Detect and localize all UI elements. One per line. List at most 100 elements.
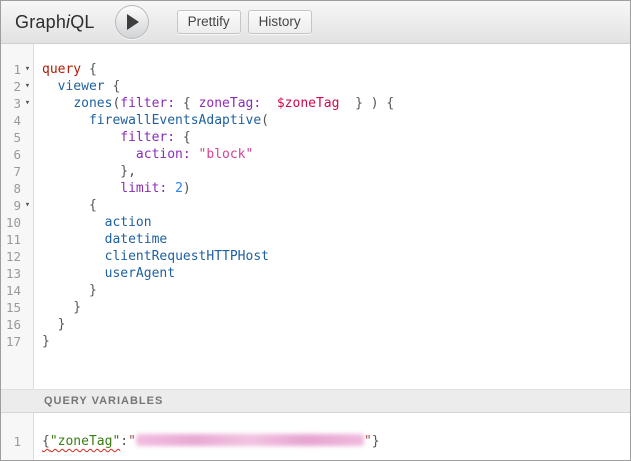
code-token: } ) {	[339, 96, 394, 111]
fold-spacer	[21, 112, 34, 129]
fold-spacer	[21, 299, 34, 316]
code-token: firewallEventsAdaptive	[89, 113, 261, 128]
code-line: 2▾ viewer {	[1, 78, 630, 95]
code-line: 13 userAgent	[1, 265, 630, 282]
line-number: 2	[1, 78, 21, 95]
code-text: clientRequestHTTPHost	[34, 248, 269, 265]
fold-arrow-icon[interactable]: ▾	[21, 95, 34, 112]
code-token: )	[183, 181, 191, 196]
code-token	[42, 249, 105, 264]
code-token	[42, 147, 136, 162]
fold-spacer	[21, 163, 34, 180]
code-token	[191, 147, 199, 162]
code-text: filter: {	[34, 129, 191, 146]
code-token: },	[42, 164, 136, 179]
code-token: $zoneTag	[277, 96, 340, 111]
gutter-cell: 6	[1, 146, 34, 163]
line-number: 1	[1, 433, 21, 450]
code-line: 1{"zoneTag":""}	[1, 433, 630, 450]
code-text: viewer {	[34, 78, 120, 95]
redacted-zone-tag-value	[136, 434, 364, 446]
gutter-cell: 12	[1, 248, 34, 265]
code-line: 16 }	[1, 316, 630, 333]
line-number: 9	[1, 197, 21, 214]
app-title-prefix: Graph	[15, 12, 66, 32]
gutter-cell: 1	[1, 433, 34, 450]
code-token: {	[42, 198, 97, 213]
gutter-cell: 16	[1, 316, 34, 333]
fold-arrow-icon[interactable]: ▾	[21, 197, 34, 214]
fold-spacer	[21, 146, 34, 163]
gutter-cell: 2▾	[1, 78, 34, 95]
code-token	[42, 215, 105, 230]
code-token: userAgent	[105, 266, 175, 281]
code-token	[42, 266, 105, 281]
code-line: 6 action: "block"	[1, 146, 630, 163]
line-number: 17	[1, 333, 21, 350]
code-line: 17}	[1, 333, 630, 350]
variables-pane-title: Query Variables	[44, 395, 163, 407]
fold-arrow-icon[interactable]: ▾	[21, 78, 34, 95]
code-token	[42, 79, 58, 94]
code-token	[42, 96, 73, 111]
history-button[interactable]: History	[248, 10, 312, 34]
app-title: GraphiQL	[15, 12, 95, 33]
code-text: action	[34, 214, 152, 231]
gutter-cell: 10	[1, 214, 34, 231]
line-number: 1	[1, 61, 21, 78]
prettify-button[interactable]: Prettify	[177, 10, 241, 34]
gutter-cell: 3▾	[1, 95, 34, 112]
fold-spacer	[21, 180, 34, 197]
code-token: "zoneTag"	[50, 434, 120, 449]
line-number: 14	[1, 282, 21, 299]
line-number: 4	[1, 112, 21, 129]
code-token: "	[128, 434, 136, 449]
line-number: 12	[1, 248, 21, 265]
gutter-cell: 1▾	[1, 61, 34, 78]
code-line: 3▾ zones(filter: { zoneTag: $zoneTag } )…	[1, 95, 630, 112]
code-token: 2	[175, 181, 183, 196]
code-token: {	[81, 62, 97, 77]
code-token: }	[42, 317, 65, 332]
code-token: action:	[136, 147, 191, 162]
execute-query-button[interactable]	[115, 5, 149, 39]
code-text: query {	[34, 61, 97, 78]
fold-spacer	[21, 248, 34, 265]
code-token: }	[42, 300, 81, 315]
line-number: 10	[1, 214, 21, 231]
code-text: },	[34, 163, 136, 180]
variables-pane-header[interactable]: Query Variables	[1, 389, 630, 413]
code-line: 14 }	[1, 282, 630, 299]
gutter-cell: 17	[1, 333, 34, 350]
gutter-cell: 7	[1, 163, 34, 180]
fold-spacer	[21, 265, 34, 282]
code-text: userAgent	[34, 265, 175, 282]
code-token: action	[105, 215, 152, 230]
code-text: }	[34, 282, 97, 299]
fold-spacer	[21, 433, 34, 450]
code-token	[167, 181, 175, 196]
fold-arrow-icon[interactable]: ▾	[21, 61, 34, 78]
code-token: :	[120, 434, 128, 449]
code-token: query	[42, 62, 81, 77]
line-number: 8	[1, 180, 21, 197]
fold-spacer	[21, 333, 34, 350]
fold-spacer	[21, 214, 34, 231]
line-number: 13	[1, 265, 21, 282]
code-line: 8 limit: 2)	[1, 180, 630, 197]
line-number: 11	[1, 231, 21, 248]
code-line: 12 clientRequestHTTPHost	[1, 248, 630, 265]
code-token: filter:	[120, 130, 175, 145]
code-text: firewallEventsAdaptive(	[34, 112, 269, 129]
code-text: datetime	[34, 231, 167, 248]
code-token: "	[364, 434, 372, 449]
query-variables-editor[interactable]: 1{"zoneTag":""}	[1, 413, 630, 460]
query-editor[interactable]: 1▾query {2▾ viewer {3▾ zones(filter: { z…	[1, 44, 630, 389]
code-token: {	[175, 130, 191, 145]
code-text: {"zoneTag":""}	[34, 433, 380, 450]
code-line: 5 filter: {	[1, 129, 630, 146]
code-line: 11 datetime	[1, 231, 630, 248]
gutter-cell: 9▾	[1, 197, 34, 214]
line-number: 3	[1, 95, 21, 112]
code-token: filter:	[120, 96, 175, 111]
